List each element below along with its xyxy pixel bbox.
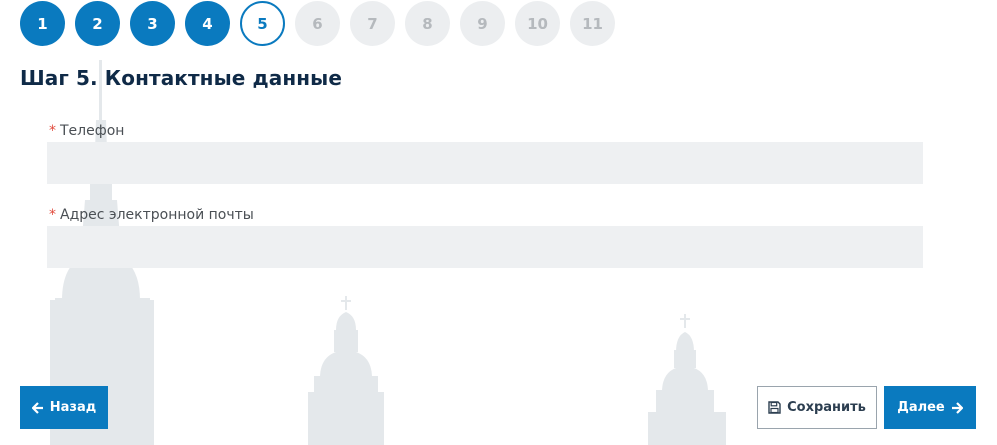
back-button[interactable]: Назад	[20, 386, 108, 429]
step-3[interactable]: 3	[130, 1, 175, 46]
step-10: 10	[515, 1, 560, 46]
required-marker: *	[49, 123, 56, 139]
phone-label-text: Телефон	[60, 123, 125, 139]
step-5-current[interactable]: 5	[240, 1, 285, 46]
step-11: 11	[570, 1, 615, 46]
arrow-left-icon	[31, 401, 44, 414]
next-button[interactable]: Далее	[884, 386, 976, 429]
required-marker: *	[49, 207, 56, 223]
step-4[interactable]: 4	[185, 1, 230, 46]
email-label-text: Адрес электронной почты	[60, 207, 254, 223]
back-button-label: Назад	[49, 400, 97, 415]
step-6: 6	[295, 1, 340, 46]
email-input[interactable]	[47, 226, 923, 268]
page-title: Шаг 5. Контактные данные	[20, 66, 343, 90]
step-7: 7	[350, 1, 395, 46]
arrow-right-icon	[951, 401, 963, 414]
step-2[interactable]: 2	[75, 1, 120, 46]
floppy-disk-icon	[768, 401, 781, 414]
email-label: * Адрес электронной почты	[49, 207, 254, 223]
step-1[interactable]: 1	[20, 1, 65, 46]
next-button-label: Далее	[897, 400, 945, 415]
step-8: 8	[405, 1, 450, 46]
save-button-label: Сохранить	[787, 400, 866, 415]
save-button[interactable]: Сохранить	[757, 386, 877, 429]
step-9: 9	[460, 1, 505, 46]
phone-label: * Телефон	[49, 123, 124, 139]
phone-input[interactable]	[47, 142, 923, 184]
